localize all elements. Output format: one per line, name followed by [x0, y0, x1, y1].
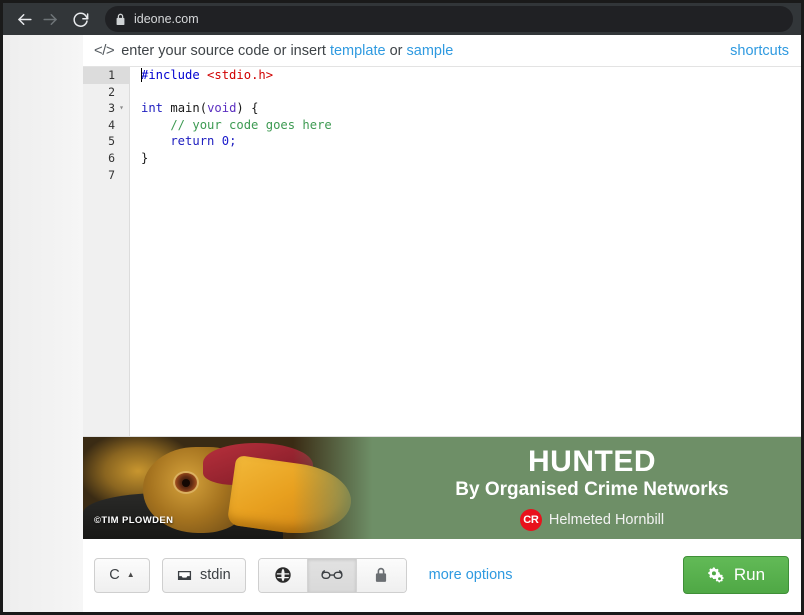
editor-toolbar: C ▲ stdin: [83, 539, 801, 611]
caret-up-icon: ▲: [127, 571, 135, 579]
visibility-button-group: [258, 558, 407, 593]
advertisement-banner[interactable]: ©TIM PLOWDEN HUNTED By Organised Crime N…: [83, 436, 801, 539]
visibility-secret-button[interactable]: [308, 559, 357, 592]
shortcuts-link[interactable]: shortcuts: [730, 43, 789, 59]
line-number: 2: [83, 84, 129, 101]
line-number: 6: [83, 150, 129, 167]
code-line: // your code goes here: [131, 117, 801, 134]
more-options-link[interactable]: more options: [429, 567, 513, 583]
ad-footer: CR Helmeted Hornbill: [520, 509, 664, 531]
code-token: main: [170, 101, 199, 115]
lock-icon: [115, 13, 126, 26]
fold-toggle-icon[interactable]: ▾: [116, 100, 127, 117]
back-button[interactable]: [11, 6, 37, 32]
globe-icon: [275, 567, 291, 583]
code-line: #include <stdio.h>: [131, 67, 801, 84]
browser-toolbar: ideone.com: [3, 3, 801, 35]
line-number-gutter: 123▾4567: [83, 67, 130, 436]
code-token: ) {: [236, 101, 258, 115]
stdin-button[interactable]: stdin: [162, 558, 246, 593]
page-background-left: [3, 35, 83, 612]
code-line: }: [131, 150, 801, 167]
ad-badge: CR: [520, 509, 542, 531]
code-token: }: [141, 151, 148, 165]
browser-window: ideone.com </> enter your source code or…: [0, 0, 804, 615]
inbox-icon: [177, 568, 192, 583]
code-token: return: [141, 134, 222, 148]
ad-title: HUNTED: [528, 446, 656, 478]
ad-photo-fade: [293, 437, 373, 539]
reload-button[interactable]: [67, 6, 93, 32]
sample-link[interactable]: sample: [407, 43, 454, 59]
line-number: 3▾: [83, 100, 129, 117]
ideone-content: </> enter your source code or insert tem…: [83, 35, 801, 612]
glasses-icon: [321, 568, 343, 582]
visibility-private-button[interactable]: [357, 559, 406, 592]
code-token: ;: [229, 134, 236, 148]
code-content[interactable]: #include <stdio.h> int main(void) { // y…: [131, 67, 801, 436]
forward-button[interactable]: [37, 6, 63, 32]
text-caret: [141, 68, 142, 82]
ad-subtitle: By Organised Crime Networks: [455, 478, 728, 502]
ad-organisation: Helmeted Hornbill: [549, 512, 664, 528]
stdin-label: stdin: [200, 567, 231, 583]
editor-header: </> enter your source code or insert tem…: [83, 35, 801, 67]
gears-icon: [707, 566, 726, 585]
ad-text-block: HUNTED By Organised Crime Networks CR He…: [383, 437, 801, 539]
code-editor[interactable]: 123▾4567 #include <stdio.h> int main(voi…: [83, 67, 801, 436]
code-token: // your code goes here: [141, 118, 332, 132]
address-bar[interactable]: ideone.com: [105, 6, 793, 32]
page-viewport: </> enter your source code or insert tem…: [3, 35, 801, 612]
editor-header-text: enter your source code or insert templat…: [121, 43, 453, 59]
code-token: #include: [141, 68, 207, 82]
line-number: 5: [83, 133, 129, 150]
lock-icon: [374, 567, 388, 583]
ad-photo-credit: ©TIM PLOWDEN: [94, 515, 173, 526]
language-selector[interactable]: C ▲: [94, 558, 150, 593]
code-line: return 0;: [131, 133, 801, 150]
code-token: <stdio.h>: [207, 68, 273, 82]
code-line: [131, 84, 801, 101]
code-token: void: [207, 101, 236, 115]
code-line: [131, 167, 801, 184]
run-label: Run: [734, 565, 765, 585]
code-token: int: [141, 101, 170, 115]
editor-header-conjunction: or: [386, 43, 407, 59]
language-label: C: [109, 567, 119, 583]
line-number: 1: [83, 67, 129, 84]
ad-bird-eye: [175, 473, 197, 492]
run-button[interactable]: Run: [683, 556, 789, 594]
url-text: ideone.com: [134, 12, 199, 26]
code-token: 0: [222, 134, 229, 148]
code-icon: </>: [94, 42, 114, 59]
editor-header-prefix: enter your source code or insert: [121, 43, 330, 59]
template-link[interactable]: template: [330, 43, 386, 59]
visibility-public-button[interactable]: [259, 559, 308, 592]
code-line: int main(void) {: [131, 100, 801, 117]
code-token: (: [200, 101, 207, 115]
line-number: 4: [83, 117, 129, 134]
line-number: 7: [83, 167, 129, 184]
